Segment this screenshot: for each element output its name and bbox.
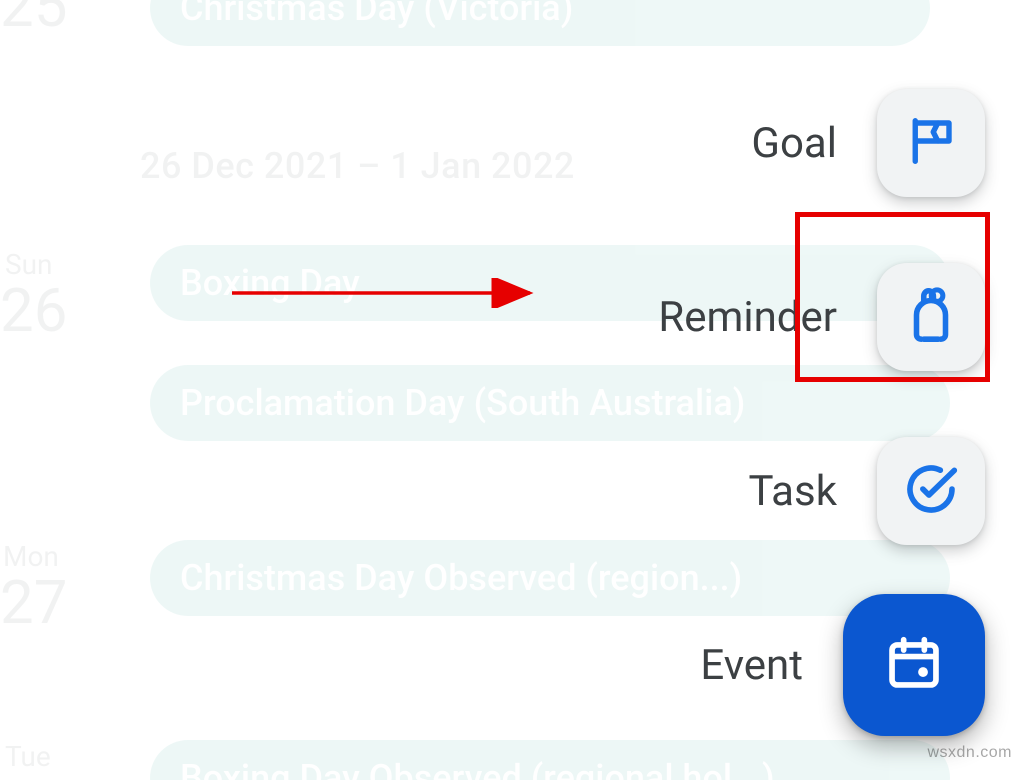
fab-label: Event bbox=[700, 641, 803, 690]
calendar-event: Christmas Day (Victoria) bbox=[150, 0, 930, 46]
day-number: 26 bbox=[0, 275, 67, 346]
calendar-icon bbox=[883, 632, 945, 698]
day-number: 27 bbox=[0, 567, 67, 638]
fab-label: Goal bbox=[751, 119, 837, 168]
prev-day-number: 25 bbox=[0, 0, 67, 41]
create-fab-menu: Goal Reminder Task bbox=[658, 56, 985, 752]
day-label: Tue bbox=[5, 740, 51, 773]
task-check-icon bbox=[903, 461, 959, 521]
fab-option-event[interactable]: Event bbox=[700, 578, 985, 752]
annotation-highlight-box bbox=[795, 212, 990, 382]
fab-button-event[interactable] bbox=[843, 594, 985, 736]
fab-option-goal[interactable]: Goal bbox=[751, 56, 985, 230]
week-range-label: 26 Dec 2021 – 1 Jan 2022 bbox=[140, 145, 575, 187]
fab-option-task[interactable]: Task bbox=[748, 404, 985, 578]
flag-icon bbox=[904, 114, 958, 172]
fab-label: Task bbox=[748, 467, 837, 516]
fab-button-goal[interactable] bbox=[877, 89, 985, 197]
annotation-arrow bbox=[230, 278, 550, 308]
fab-button-task[interactable] bbox=[877, 437, 985, 545]
watermark: wsxdn.com bbox=[927, 744, 1012, 762]
